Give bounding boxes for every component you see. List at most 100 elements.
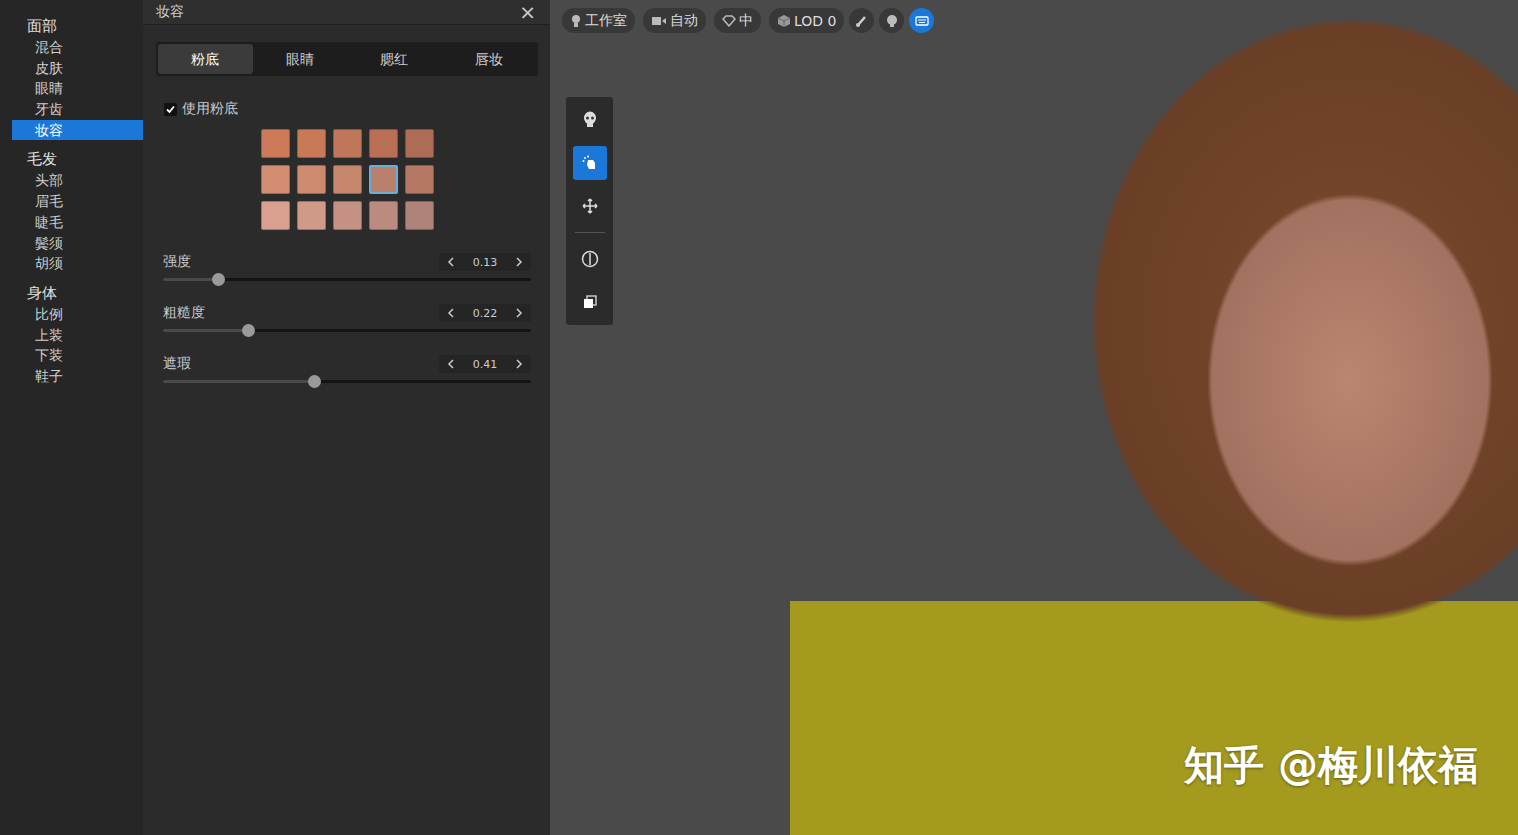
swatch-grid bbox=[261, 129, 550, 230]
slider-row: 强度0.13 bbox=[163, 253, 531, 281]
sidebar-item[interactable]: 眼睛 bbox=[12, 78, 143, 99]
color-swatch[interactable] bbox=[333, 165, 362, 194]
sidebar-item[interactable]: 妆容 bbox=[12, 120, 143, 141]
keyboard-icon bbox=[915, 15, 929, 27]
color-swatch[interactable] bbox=[261, 201, 290, 230]
sidebar-item[interactable]: 皮肤 bbox=[12, 58, 143, 79]
sidebar-item[interactable]: 鬓须 bbox=[12, 233, 143, 254]
cube-icon bbox=[777, 14, 791, 28]
group-title: 身体 bbox=[12, 282, 143, 304]
slider-knob[interactable] bbox=[212, 273, 225, 286]
tab[interactable]: 腮红 bbox=[347, 44, 442, 74]
sidebar-item[interactable]: 比例 bbox=[12, 304, 143, 325]
chevron-left-icon[interactable] bbox=[447, 359, 455, 369]
slider-fill bbox=[163, 278, 218, 281]
color-swatch[interactable] bbox=[405, 165, 434, 194]
slider-fill bbox=[163, 329, 248, 332]
slider-knob[interactable] bbox=[242, 324, 255, 337]
tool-button[interactable] bbox=[573, 189, 607, 223]
diamond-icon bbox=[722, 15, 736, 27]
color-swatch[interactable] bbox=[261, 129, 290, 158]
slider-label: 粗糙度 bbox=[163, 304, 205, 322]
sidebar-item[interactable]: 混合 bbox=[12, 37, 143, 58]
toolbar-button[interactable] bbox=[879, 8, 904, 33]
chevron-right-icon[interactable] bbox=[515, 308, 523, 318]
color-swatch[interactable] bbox=[297, 129, 326, 158]
slider-value: 0.41 bbox=[473, 358, 498, 371]
slider-row: 粗糙度 0.22 bbox=[163, 304, 531, 332]
move-icon bbox=[582, 198, 598, 214]
head-icon bbox=[885, 14, 899, 28]
color-swatch[interactable] bbox=[261, 165, 290, 194]
color-swatch[interactable] bbox=[333, 201, 362, 230]
value-spinner[interactable]: 0.13 bbox=[439, 253, 531, 271]
sidebar-group: 毛发头部眉毛睫毛鬓须胡须 bbox=[12, 148, 143, 273]
pill-label: 工作室 bbox=[585, 12, 627, 30]
tool-button[interactable] bbox=[573, 146, 607, 180]
sidebar-item[interactable]: 睫毛 bbox=[12, 212, 143, 233]
slider-value: 0.22 bbox=[473, 307, 498, 320]
chevron-right-icon[interactable] bbox=[515, 359, 523, 369]
sidebar-item[interactable]: 胡须 bbox=[12, 253, 143, 274]
color-swatch[interactable] bbox=[405, 201, 434, 230]
watermark: 知乎 @梅川依福 bbox=[1184, 738, 1478, 793]
sidebar-group: 面部混合皮肤眼睛牙齿妆容 bbox=[12, 15, 143, 140]
color-swatch[interactable] bbox=[297, 165, 326, 194]
toolbar-button[interactable] bbox=[849, 8, 874, 33]
slider-track[interactable] bbox=[163, 380, 531, 383]
viewport-toolbar: 工作室自动 中 LOD 0 bbox=[562, 8, 934, 33]
tool-button[interactable] bbox=[573, 242, 607, 276]
tab[interactable]: 眼睛 bbox=[253, 44, 348, 74]
close-button[interactable]: × bbox=[519, 2, 536, 22]
slider-track[interactable] bbox=[163, 329, 531, 332]
lightbulb-icon bbox=[570, 14, 582, 28]
color-swatch[interactable] bbox=[369, 129, 398, 158]
group-title: 毛发 bbox=[12, 148, 143, 170]
tool-button[interactable] bbox=[573, 285, 607, 319]
color-swatch[interactable] bbox=[369, 165, 398, 194]
sidebar: 面部混合皮肤眼睛牙齿妆容毛发头部眉毛睫毛鬓须胡须身体比例上装下装鞋子 bbox=[0, 0, 143, 835]
sidebar-item[interactable]: 眉毛 bbox=[12, 191, 143, 212]
sidebar-item[interactable]: 牙齿 bbox=[12, 99, 143, 120]
sidebar-item[interactable]: 头部 bbox=[12, 170, 143, 191]
color-swatch[interactable] bbox=[333, 129, 362, 158]
pill-label: 中 bbox=[739, 12, 753, 30]
color-swatch[interactable] bbox=[297, 201, 326, 230]
sidebar-item[interactable]: 鞋子 bbox=[12, 366, 143, 387]
tool-button[interactable] bbox=[573, 103, 607, 137]
select-hand-icon bbox=[581, 154, 599, 172]
toolbar-button[interactable] bbox=[909, 8, 934, 33]
color-swatch[interactable] bbox=[405, 129, 434, 158]
tool-palette bbox=[566, 97, 613, 325]
brush-icon bbox=[855, 14, 869, 28]
toolbar-pill[interactable]: 中 bbox=[714, 8, 761, 33]
chevron-left-icon[interactable] bbox=[447, 257, 455, 267]
tab-bar: 粉底眼睛腮红唇妆 bbox=[156, 42, 538, 76]
toolbar-pill[interactable]: 工作室 bbox=[562, 8, 635, 33]
toolbar-pill[interactable]: 自动 bbox=[643, 8, 706, 33]
slider-row: 遮瑕 0.41 bbox=[163, 355, 531, 383]
foundation-checkbox[interactable]: 使用粉底 bbox=[164, 100, 550, 118]
value-spinner[interactable]: 0.22 bbox=[439, 304, 531, 322]
camera-icon bbox=[651, 15, 667, 27]
value-spinner[interactable]: 0.41 bbox=[439, 355, 531, 373]
toolbar-pill[interactable]: LOD 0 bbox=[769, 8, 844, 33]
tab[interactable]: 粉底 bbox=[158, 44, 253, 74]
checkbox-box[interactable] bbox=[164, 103, 177, 116]
viewport[interactable]: 工作室自动 中 LOD 0 知乎 @梅川依福 bbox=[550, 0, 1518, 835]
slider-track[interactable] bbox=[163, 278, 531, 281]
panel-title: 妆容 bbox=[156, 3, 184, 21]
sidebar-item[interactable]: 下装 bbox=[12, 345, 143, 366]
slider-label: 遮瑕 bbox=[163, 355, 191, 373]
chevron-left-icon[interactable] bbox=[447, 308, 455, 318]
sidebar-group: 身体比例上装下装鞋子 bbox=[12, 282, 143, 387]
color-swatch[interactable] bbox=[369, 201, 398, 230]
slider-knob[interactable] bbox=[308, 375, 321, 388]
sidebar-item[interactable]: 上装 bbox=[12, 325, 143, 346]
tool-separator bbox=[575, 232, 605, 233]
checkbox-label: 使用粉底 bbox=[182, 100, 238, 118]
app-window: 面部混合皮肤眼睛牙齿妆容毛发头部眉毛睫毛鬓须胡须身体比例上装下装鞋子妆容×粉底眼… bbox=[0, 0, 1518, 835]
chevron-right-icon[interactable] bbox=[515, 257, 523, 267]
tab[interactable]: 唇妆 bbox=[442, 44, 537, 74]
skull-icon bbox=[582, 111, 598, 129]
